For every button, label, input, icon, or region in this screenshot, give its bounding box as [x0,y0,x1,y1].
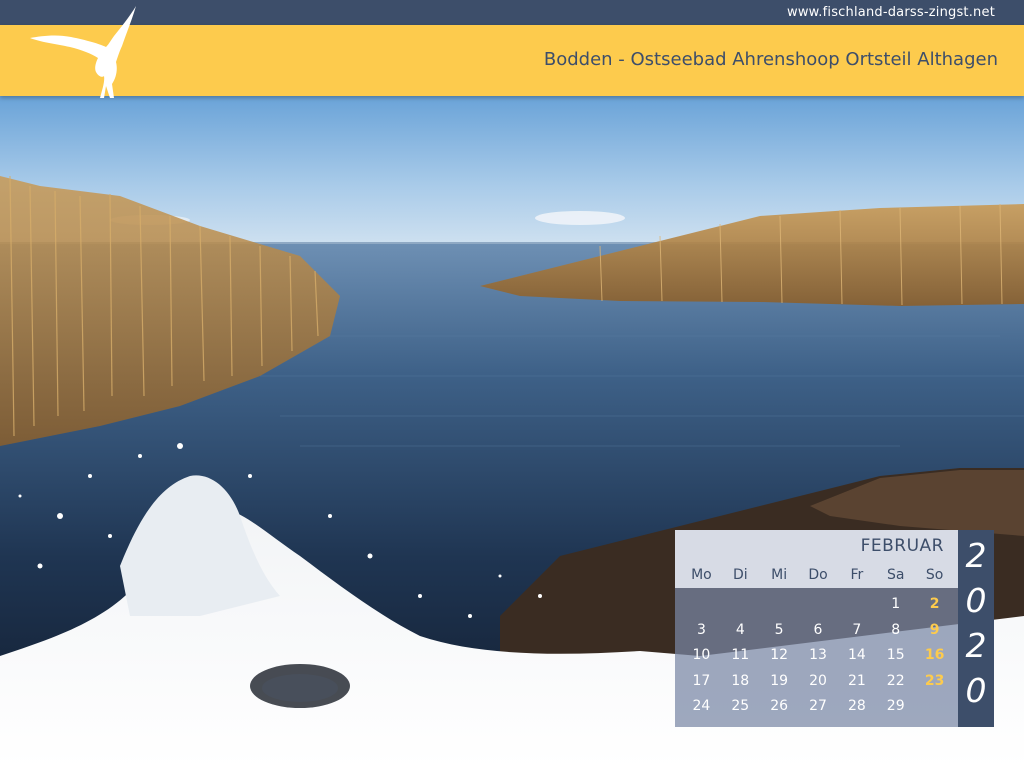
calendar-day: 12 [770,647,789,663]
seagull-icon [30,6,136,98]
year-digit: 0 [965,581,987,620]
calendar-day: 27 [809,698,827,714]
calendar-day-sunday: 9 [929,621,940,638]
calendar-empty-cell [682,592,721,618]
weekday-label: Di [732,567,748,583]
weekday-label: Fr [850,567,864,583]
calendar-day: 5 [774,621,784,638]
calendar-empty-cell [760,592,799,618]
calendar-day-sunday: 23 [924,672,945,689]
weekday-label: Mo [691,567,712,583]
calendar-day: 11 [731,647,750,663]
calendar-day: 28 [847,698,866,714]
year-digit: 0 [965,671,987,710]
calendar-month: FEBRUAR [860,536,944,556]
calendar-day-sunday: 2 [929,596,940,612]
calendar-day: 14 [847,647,866,663]
calendar-day: 10 [692,647,711,663]
calendar-day: 29 [886,698,905,714]
calendar-day: 22 [886,672,905,689]
calendar-day: 13 [809,647,827,663]
calendar-days: 1 2 3 4 5 6 7 8 9 10 11 12 13 14 15 16 17 18 19 20 21 22 23 24 2… [682,592,954,720]
weekday-label: Sa [886,567,905,583]
calendar-day: 17 [692,672,711,689]
calendar-day: 20 [809,672,827,689]
calendar-empty-cell [837,592,876,618]
year-digit: 2 [965,626,987,665]
calendar-day: 19 [770,672,789,689]
calendar-day: 21 [847,672,866,689]
calendar-day: 8 [891,621,901,638]
calendar-day: 18 [731,672,750,689]
year-strip: 2 0 2 0 [958,530,994,727]
weekday-label: Do [808,567,828,583]
calendar-day: 7 [852,621,862,638]
calendar-day: 1 [891,596,901,612]
header-title: Bodden - Ostseebad Ahrenshoop Ortsteil A… [543,49,998,70]
calendar-empty-cell [799,592,838,618]
calendar-day-sunday: 16 [924,647,945,663]
calendar-header: FEBRUAR Mo Di Mi Do Fr Sa So [675,530,958,588]
calendar-day: 26 [770,698,789,714]
calendar-empty-cell [721,592,760,618]
calendar-day: 6 [813,621,823,638]
calendar: FEBRUAR Mo Di Mi Do Fr Sa So 1 2 3 4 5 6 7 8 9 10… [675,530,958,727]
year-digit: 2 [965,536,987,575]
calendar-day: 3 [696,621,706,638]
calendar-day: 15 [886,647,905,663]
calendar-weekdays: Mo Di Mi Do Fr Sa So [682,567,954,583]
header-band: Bodden - Ostseebad Ahrenshoop Ortsteil A… [0,25,1024,96]
site-url: www.fischland-darss-zingst.net [786,5,995,20]
top-bar: www.fischland-darss-zingst.net [0,0,1024,25]
weekday-label: Mi [771,567,788,583]
calendar-day: 4 [735,621,745,638]
calendar-day: 25 [731,698,750,714]
calendar-day: 24 [692,698,711,714]
weekday-label: So [925,567,944,583]
